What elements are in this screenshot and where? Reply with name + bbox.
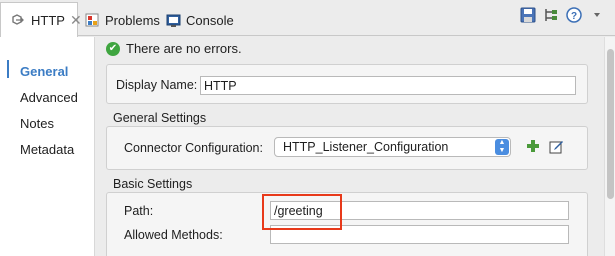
vertical-scrollbar[interactable] bbox=[604, 37, 615, 256]
hierarchy-icon[interactable] bbox=[543, 7, 559, 23]
console-icon bbox=[166, 13, 181, 28]
tab-console[interactable]: Console bbox=[166, 4, 234, 36]
help-icon[interactable]: ? bbox=[566, 7, 582, 23]
display-name-label: Display Name: bbox=[116, 78, 198, 92]
tab-http-label: HTTP bbox=[31, 12, 65, 28]
tab-problems[interactable]: Problems bbox=[85, 4, 160, 36]
svg-text:?: ? bbox=[571, 11, 577, 22]
allowed-methods-label: Allowed Methods: bbox=[124, 228, 223, 242]
tab-http[interactable]: HTTP ✕ bbox=[0, 2, 82, 37]
chevron-updown-icon: ▲ ▼ bbox=[495, 139, 509, 155]
path-label: Path: bbox=[124, 204, 154, 218]
editor-tab-bar: HTTP ✕ Problems Console ? bbox=[0, 0, 615, 37]
tab-problems-label: Problems bbox=[105, 12, 160, 28]
connector-configuration-label: Connector Configuration: bbox=[124, 141, 263, 155]
nav-item-advanced[interactable]: Advanced bbox=[20, 90, 78, 105]
general-settings-title: General Settings bbox=[113, 111, 207, 125]
tab-console-label: Console bbox=[186, 12, 234, 28]
editor-toolbar: ? bbox=[520, 7, 605, 23]
nav-item-general[interactable]: General bbox=[20, 64, 68, 79]
display-name-field[interactable] bbox=[200, 76, 576, 95]
edit-configuration-icon[interactable] bbox=[549, 139, 564, 154]
validation-message: There are no errors. bbox=[126, 41, 242, 56]
nav-item-metadata[interactable]: Metadata bbox=[20, 142, 74, 157]
basic-settings-title: Basic Settings bbox=[113, 177, 193, 191]
add-configuration-icon[interactable] bbox=[526, 139, 540, 153]
http-endpoint-icon bbox=[11, 13, 26, 28]
connector-configuration-value: HTTP_Listener_Configuration bbox=[283, 140, 449, 154]
check-circle-icon: ✔ bbox=[106, 41, 120, 56]
nav-selection-marker bbox=[7, 60, 9, 78]
properties-nav: General Advanced Notes Metadata bbox=[0, 37, 95, 256]
save-icon[interactable] bbox=[520, 7, 536, 23]
close-icon[interactable]: ✕ bbox=[70, 12, 82, 29]
properties-content: ✔ There are no errors. Display Name: Gen… bbox=[96, 37, 604, 256]
nav-item-notes[interactable]: Notes bbox=[20, 116, 54, 131]
path-highlight-box bbox=[262, 194, 342, 230]
connector-configuration-select[interactable]: HTTP_Listener_Configuration ▲ ▼ bbox=[274, 137, 511, 157]
problems-icon bbox=[85, 13, 100, 28]
validation-status: ✔ There are no errors. bbox=[106, 41, 242, 56]
view-menu-icon[interactable] bbox=[589, 7, 605, 23]
scrollbar-thumb[interactable] bbox=[607, 49, 614, 199]
